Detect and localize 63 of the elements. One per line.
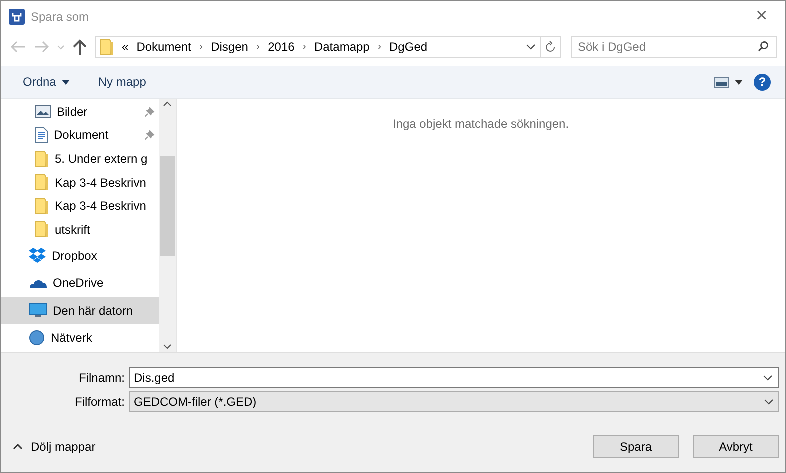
hide-folders-button[interactable]: Dölj mappar (13, 440, 96, 454)
close-button[interactable]: × (747, 5, 777, 28)
recent-caret-icon[interactable] (57, 44, 65, 50)
folder-icon (100, 38, 114, 56)
folder-icon (35, 174, 49, 192)
app-icon (9, 8, 25, 24)
breadcrumb[interactable]: DgGed (390, 40, 428, 54)
scroll-down-icon[interactable] (163, 344, 172, 350)
breadcrumb[interactable]: 2016 (268, 40, 295, 54)
nav-item[interactable]: Kap 3-4 Beskrivn (1, 170, 159, 194)
breadcrumb-separator: › (302, 41, 306, 53)
picture-icon (35, 105, 51, 118)
file-format-label: Filformat: (74, 394, 125, 408)
window-title: Spara som (31, 10, 90, 24)
folder-icon (35, 221, 49, 238)
pin-icon[interactable] (145, 130, 155, 140)
nav-item[interactable]: Den här datorn (1, 296, 159, 324)
address-bar[interactable]: « Dokument › Disgen › 2016 › Datamapp › DgGed (95, 36, 541, 58)
nav-item[interactable]: Dokument (1, 124, 159, 148)
nav-item[interactable]: utskrift (1, 218, 159, 242)
file-format-dropdown[interactable]: GEDCOM-filer (*.GED) (129, 391, 779, 412)
breadcrumb-separator: › (199, 41, 204, 53)
folder-icon (35, 150, 49, 168)
organize-menu-button[interactable]: Ordna (23, 73, 70, 91)
view-options-icon[interactable] (714, 76, 744, 88)
help-button[interactable]: ? (754, 74, 771, 90)
dropdown-caret-icon (526, 44, 536, 50)
pin-icon[interactable] (145, 106, 155, 117)
new-folder-button[interactable]: Ny mapp (98, 73, 146, 91)
overflow-chevrons[interactable]: « (122, 40, 129, 54)
scroll-up-icon[interactable] (163, 101, 172, 107)
save-button[interactable]: Spara (593, 435, 679, 458)
breadcrumb[interactable]: Datamapp (314, 40, 370, 54)
nav-item[interactable]: 5. Under extern g (1, 147, 159, 171)
caret-icon (62, 80, 70, 84)
empty-message: Inga objekt matchade sökningen. (392, 117, 570, 133)
dropdown-caret-icon (763, 375, 773, 381)
filename-field[interactable]: Dis.ged (129, 367, 779, 388)
nav-item[interactable]: Nätverk (1, 324, 159, 352)
breadcrumb[interactable]: Dokument (136, 40, 192, 54)
breadcrumb-separator: › (256, 41, 260, 53)
refresh-icon (545, 41, 556, 53)
scrollbar[interactable] (159, 99, 176, 352)
nav-item[interactable]: OneDrive (1, 269, 159, 297)
nav-item[interactable]: Dropbox (1, 242, 159, 270)
folder-icon (35, 198, 49, 215)
computer-icon (29, 303, 47, 318)
breadcrumb-separator: › (378, 41, 382, 53)
dropdown-caret-icon (764, 398, 774, 404)
nav-item[interactable]: Kap 3-4 Beskrivn (1, 194, 159, 218)
up-arrow-icon[interactable] (71, 37, 89, 57)
document-icon (35, 127, 48, 144)
nav-item[interactable]: Bilder (1, 100, 159, 124)
refresh-button[interactable] (541, 36, 561, 58)
search-field[interactable]: Sök i DgGed (571, 36, 777, 58)
cancel-button[interactable]: Avbryt (693, 435, 779, 458)
cloud-icon (29, 278, 47, 289)
caret-icon (13, 444, 23, 450)
breadcrumb[interactable]: Disgen (211, 40, 248, 54)
globe-icon (29, 330, 45, 346)
dropbox-icon (29, 248, 46, 264)
search-icon (758, 41, 769, 52)
filename-label: Filnamn: (78, 370, 125, 384)
